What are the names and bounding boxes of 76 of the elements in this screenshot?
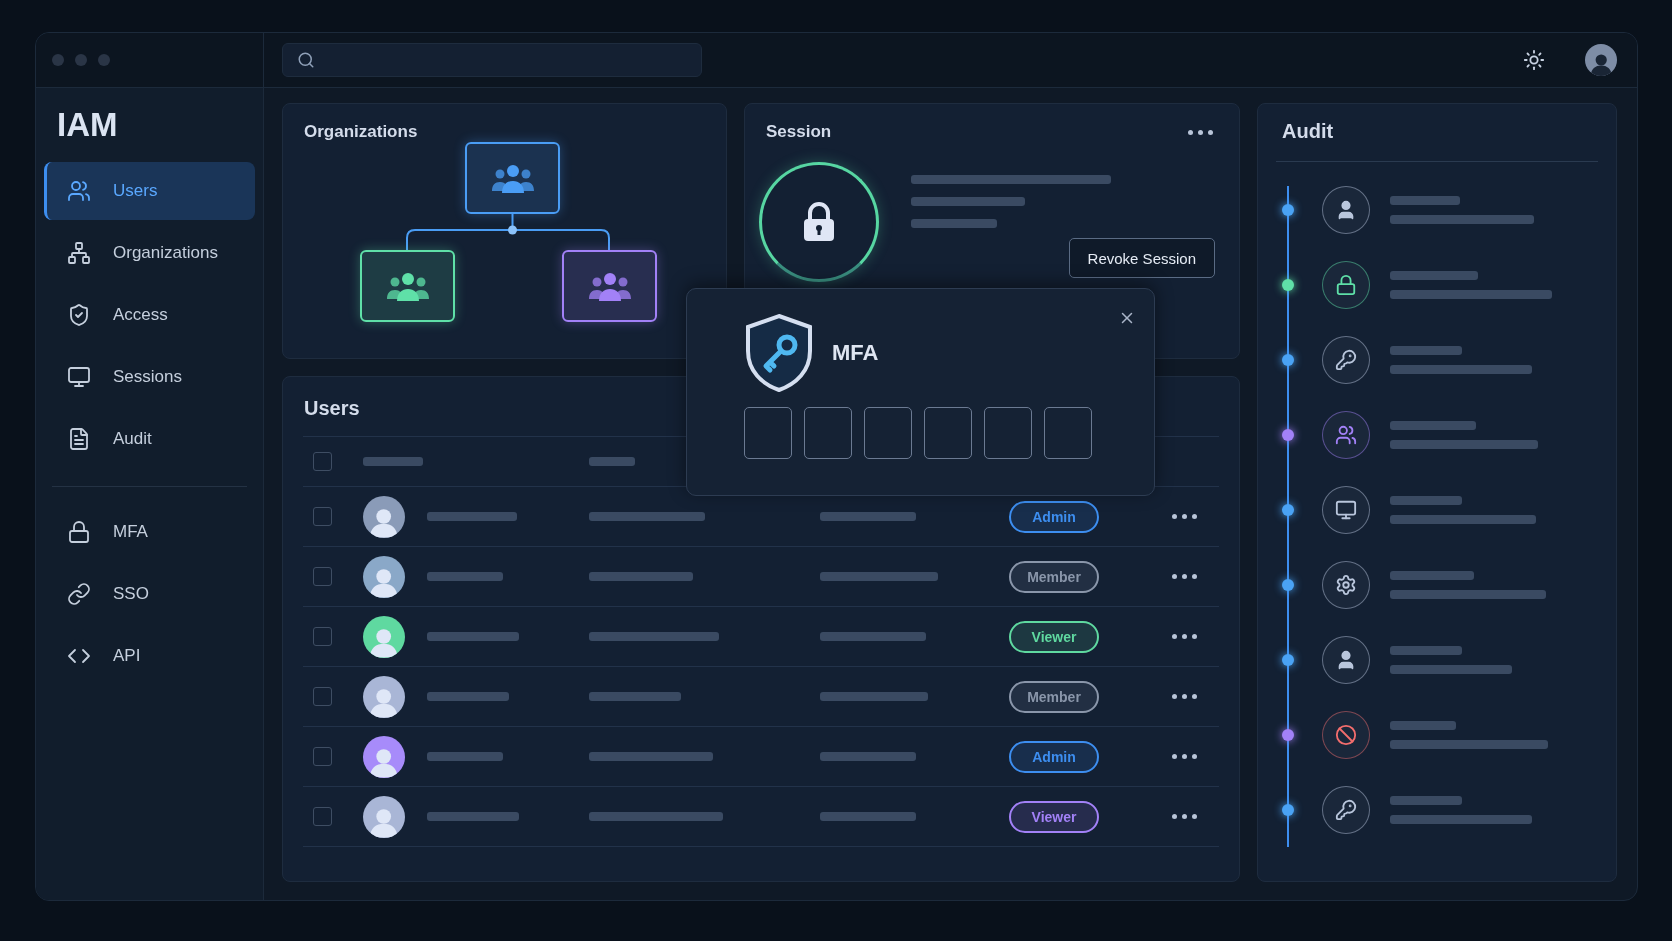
sidebar-item[interactable]: Access xyxy=(44,286,255,344)
code-digit-field[interactable] xyxy=(804,407,852,459)
key-icon xyxy=(1335,348,1357,371)
placeholder-line xyxy=(1390,720,1456,730)
sidebar-item[interactable]: Users xyxy=(44,162,255,220)
sidebar-label: Organizations xyxy=(113,243,218,263)
row-checkbox[interactable] xyxy=(313,627,332,646)
placeholder-line xyxy=(363,457,423,466)
monitor-icon xyxy=(1335,498,1357,521)
placeholder-line xyxy=(589,457,635,466)
code-digit-field[interactable] xyxy=(984,407,1032,459)
theme-toggle-icon[interactable] xyxy=(1523,49,1545,71)
card-title: Audit xyxy=(1281,120,1334,143)
lock-icon xyxy=(67,520,91,544)
gear-icon xyxy=(1335,573,1357,596)
code-digit-field[interactable] xyxy=(924,407,972,459)
lock-icon xyxy=(1335,273,1357,296)
group-icon xyxy=(587,271,632,301)
sidebar-item[interactable]: MFA xyxy=(44,503,255,561)
sidebar-item[interactable]: API xyxy=(44,627,255,685)
dialog-title: MFA xyxy=(832,340,879,366)
sidebar-item[interactable]: Sessions xyxy=(44,348,255,406)
link-icon xyxy=(67,582,91,606)
card-title: Organizations xyxy=(304,122,418,142)
search-field[interactable] xyxy=(282,43,702,77)
sidebar-item[interactable]: SSO xyxy=(44,565,255,623)
organization-node[interactable] xyxy=(360,250,455,322)
row-checkbox[interactable] xyxy=(313,687,332,706)
group-icon xyxy=(385,271,430,301)
users-icon xyxy=(67,179,91,203)
sidebar-label: Audit xyxy=(113,429,152,449)
placeholder-line xyxy=(1390,645,1462,655)
sidebar-label: Sessions xyxy=(113,367,182,387)
key-icon xyxy=(1335,798,1357,821)
card-title: Users xyxy=(304,397,360,420)
revoke-session-button[interactable]: Revoke Session xyxy=(1068,238,1215,278)
row-checkbox[interactable] xyxy=(313,807,332,826)
role-badge: Viewer xyxy=(1009,800,1099,833)
sidebar-label: API xyxy=(113,646,141,666)
row-checkbox[interactable] xyxy=(313,507,332,526)
blocked-icon xyxy=(1335,723,1357,746)
search-icon xyxy=(297,51,315,69)
row-checkbox[interactable] xyxy=(313,747,332,766)
placeholder-line xyxy=(1390,495,1462,505)
role-badge: Admin xyxy=(1009,740,1099,773)
code-digit-field[interactable] xyxy=(744,407,792,459)
placeholder-line xyxy=(1390,795,1462,805)
organization-node[interactable] xyxy=(562,250,657,322)
role-badge: Member xyxy=(1009,560,1099,593)
lock-ring-icon xyxy=(759,162,879,282)
shield-key-icon xyxy=(744,313,814,393)
users-icon xyxy=(1335,423,1357,446)
organization-node[interactable] xyxy=(465,142,560,214)
group-icon xyxy=(490,163,535,193)
select-all-checkbox[interactable] xyxy=(313,452,332,471)
profile-avatar[interactable] xyxy=(1585,44,1617,76)
hierarchy-icon xyxy=(67,241,91,265)
sidebar-label: MFA xyxy=(113,522,148,542)
app-title: IAM xyxy=(56,105,119,145)
placeholder-line xyxy=(1390,345,1462,355)
card-title: Session xyxy=(766,122,832,142)
row-checkbox[interactable] xyxy=(313,567,332,586)
sidebar-label: Users xyxy=(113,181,158,201)
code-digit-field[interactable] xyxy=(1044,407,1092,459)
role-badge: Admin xyxy=(1009,500,1099,533)
role-badge: Viewer xyxy=(1009,620,1099,653)
code-digit-field[interactable] xyxy=(864,407,912,459)
role-badge: Member xyxy=(1009,680,1099,713)
shield-check-icon xyxy=(67,303,91,327)
document-icon xyxy=(67,427,91,451)
sidebar-label: SSO xyxy=(113,584,149,604)
sidebar-label: Access xyxy=(113,305,168,325)
placeholder-line xyxy=(1390,195,1460,205)
sidebar-item[interactable]: Audit xyxy=(44,410,255,468)
sidebar-item[interactable]: Organizations xyxy=(44,224,255,282)
monitor-icon xyxy=(67,365,91,389)
